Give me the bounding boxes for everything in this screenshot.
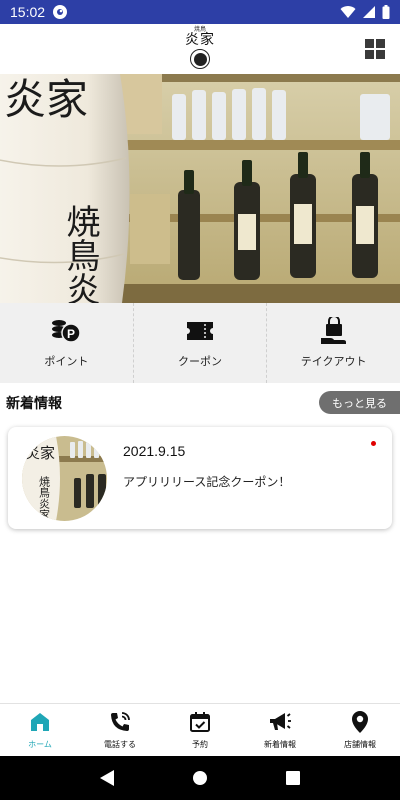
home-system-button[interactable] — [188, 766, 212, 790]
news-card[interactable]: 炎家 焼鳥炎家 2021.9.15 アプリリリース記念クーポン！ — [8, 427, 392, 529]
news-thumbnail: 炎家 焼鳥炎家 — [22, 436, 107, 521]
takeout-bag-icon — [318, 317, 350, 345]
lantern-top-text: 炎家 — [4, 75, 88, 124]
home-icon — [28, 710, 52, 734]
back-button[interactable] — [95, 766, 119, 790]
logo-seal-icon — [190, 49, 210, 69]
news-section-header: 新着情報 もっと見る — [0, 391, 400, 415]
recents-square-icon — [286, 771, 301, 785]
app-screen: 15:02 焼鳥 炎家 炎家 焼鳥炎家 P ポイント クーポン テイクアウト 新… — [0, 0, 400, 800]
hero-photo: 炎家 焼鳥炎家 — [0, 74, 400, 303]
back-triangle-icon — [99, 770, 114, 786]
coupon-ticket-icon — [184, 317, 216, 345]
points-label: ポイント — [44, 355, 89, 368]
calendar-check-icon — [188, 710, 212, 734]
nav-news-label: 新着情報 — [264, 740, 296, 749]
points-button[interactable]: P ポイント — [0, 303, 133, 383]
grid-menu-icon — [365, 39, 374, 48]
notification-app-icon — [53, 5, 68, 19]
signal-icon — [363, 6, 375, 18]
more-news-button[interactable]: もっと見る — [319, 391, 400, 414]
system-navigation-bar — [0, 756, 400, 800]
app-header: 焼鳥 炎家 — [0, 24, 400, 74]
phone-icon — [108, 710, 132, 734]
quick-menu: P ポイント クーポン テイクアウト — [0, 303, 400, 383]
unread-indicator — [371, 441, 376, 446]
thumbnail-lantern-text: 焼鳥炎家 — [38, 476, 51, 520]
nav-phone[interactable]: 電話する — [80, 704, 160, 756]
points-coins-icon: P — [50, 317, 82, 345]
battery-icon — [382, 5, 390, 19]
nav-home-label: ホーム — [28, 740, 52, 749]
recents-button[interactable] — [281, 766, 305, 790]
brand-logo[interactable]: 焼鳥 炎家 — [176, 26, 224, 72]
megaphone-icon — [268, 710, 292, 734]
coupon-button[interactable]: クーポン — [132, 303, 267, 383]
news-date: 2021.9.15 — [123, 443, 186, 459]
takeout-label: テイクアウト — [300, 355, 367, 368]
coupon-label: クーポン — [178, 355, 222, 368]
lantern-text: 焼鳥炎家 — [60, 204, 100, 303]
hero-image: 炎家 焼鳥炎家 — [0, 74, 400, 303]
nav-reserve[interactable]: 予約 — [160, 704, 240, 756]
nav-home[interactable]: ホーム — [0, 704, 80, 756]
takeout-button[interactable]: テイクアウト — [266, 303, 400, 383]
wifi-icon — [340, 6, 356, 19]
news-headline: アプリリリース記念クーポン！ — [123, 475, 291, 489]
nav-news[interactable]: 新着情報 — [240, 704, 320, 756]
home-circle-icon — [192, 771, 207, 785]
nav-store-label: 店舗情報 — [344, 740, 376, 749]
status-indicators — [340, 5, 390, 19]
logo-title: 炎家 — [185, 32, 215, 48]
thumbnail-lantern-top-text: 炎家 — [25, 444, 55, 462]
status-bar: 15:02 — [0, 0, 400, 24]
news-section-title: 新着情報 — [6, 396, 62, 412]
bottom-navigation: ホーム 電話する 予約 新着情報 店舗情報 — [0, 703, 400, 756]
status-time: 15:02 — [10, 4, 46, 20]
nav-store[interactable]: 店舗情報 — [320, 704, 400, 756]
nav-phone-label: 電話する — [104, 740, 136, 749]
svg-text:P: P — [67, 327, 75, 341]
map-pin-icon — [348, 710, 372, 734]
grid-menu-button[interactable] — [365, 39, 385, 59]
nav-reserve-label: 予約 — [192, 740, 208, 749]
